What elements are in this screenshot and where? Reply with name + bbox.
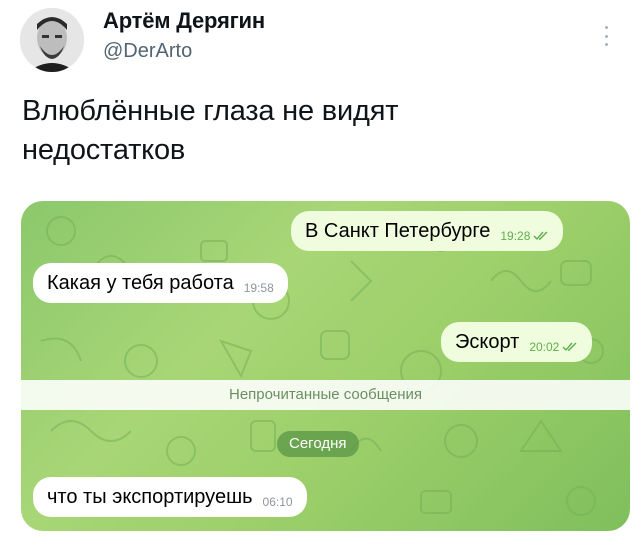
- message-time: 06:10: [262, 495, 293, 509]
- author-handle[interactable]: @DerArto: [103, 40, 192, 63]
- tweet-text-line: Влюблённые глаза не видят: [22, 95, 399, 127]
- message-time: 20:02: [529, 340, 560, 354]
- message-time: 19:28: [500, 229, 531, 243]
- message-bubble-incoming[interactable]: что ты экспортируешь 06:10: [33, 477, 307, 517]
- message-text: Эскорт: [455, 330, 520, 353]
- unread-messages-label: Непрочитанные сообщения: [229, 386, 422, 403]
- chat-screenshot[interactable]: В Санкт Петербурге 19:28 Какая у тебя ра…: [21, 201, 630, 531]
- message-text: Какая у тебя работа: [47, 271, 234, 294]
- avatar[interactable]: [20, 8, 84, 72]
- message-bubble-incoming[interactable]: Какая у тебя работа 19:58: [33, 263, 288, 303]
- tweet-text-line: недостатков: [22, 134, 186, 166]
- tweet-card: Артём Дерягин @DerArto Влюблённые глаза …: [0, 0, 640, 537]
- message-text: В Санкт Петербурге: [305, 219, 491, 242]
- message-text: что ты экспортируешь: [47, 485, 253, 508]
- author-name[interactable]: Артём Дерягин: [103, 8, 265, 34]
- date-separator: Сегодня: [277, 431, 359, 457]
- tweet-text: Влюблённые глаза не видят недостатков: [22, 92, 542, 170]
- double-check-icon: [533, 231, 548, 241]
- unread-messages-divider: Непрочитанные сообщения: [0, 380, 630, 410]
- message-bubble-outgoing[interactable]: В Санкт Петербурге 19:28: [291, 211, 564, 251]
- avatar-portrait: [20, 8, 84, 72]
- message-bubble-outgoing[interactable]: Эскорт 20:02: [441, 322, 593, 362]
- message-time: 19:58: [243, 281, 274, 295]
- more-vertical-icon[interactable]: [598, 26, 614, 46]
- double-check-icon: [562, 342, 577, 352]
